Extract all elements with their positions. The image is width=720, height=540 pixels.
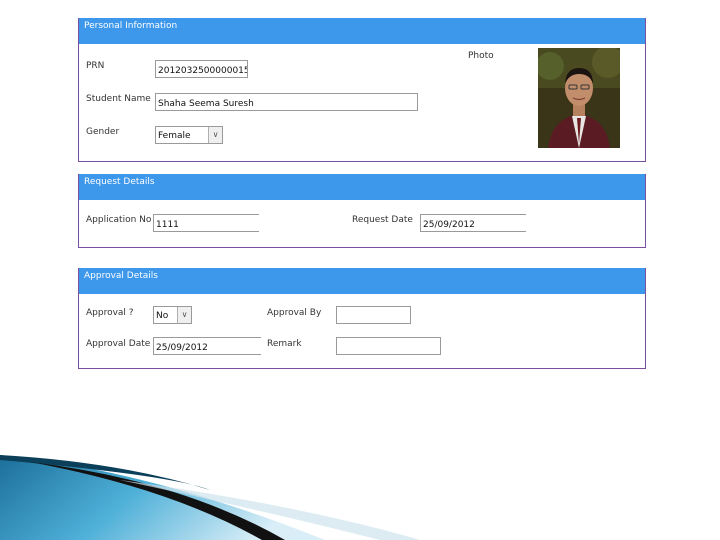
- decorative-swoosh: [0, 455, 420, 540]
